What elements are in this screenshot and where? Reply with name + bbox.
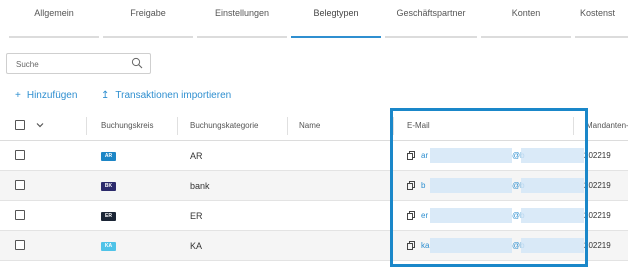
table-header-row: Buchungskreis Buchungskategorie Name E-M…	[0, 111, 628, 141]
tab-geschaeftspartner[interactable]: Geschäftspartner	[385, 0, 477, 38]
import-transactions-button[interactable]: ↥ Transaktionen importieren	[101, 90, 231, 102]
buchungskreis-badge: BK	[101, 182, 116, 191]
column-divider	[287, 117, 288, 135]
header-email[interactable]: E-Mail	[407, 111, 430, 141]
tab-einstellungen[interactable]: Einstellungen	[197, 0, 287, 38]
tab-belegtypen[interactable]: Belegtypen	[291, 0, 381, 38]
redacted-text	[521, 178, 584, 193]
buchungskategorie-cell: ER	[190, 211, 203, 221]
tab-bar: Allgemein Freigabe Einstellungen Belegty…	[0, 0, 628, 40]
table-row[interactable]: KA KA ka @b 202219	[0, 231, 628, 261]
copy-icon[interactable]	[407, 181, 415, 190]
row-checkbox[interactable]	[15, 180, 25, 190]
copy-icon[interactable]	[407, 241, 415, 250]
tab-allgemein[interactable]: Allgemein	[9, 0, 99, 38]
buchungskategorie-cell: bank	[190, 181, 210, 191]
email-link[interactable]: b	[421, 171, 425, 201]
redacted-text	[521, 208, 584, 223]
header-name[interactable]: Name	[299, 111, 320, 141]
redacted-text	[521, 238, 584, 253]
email-link[interactable]: ar	[421, 141, 428, 171]
mandant-cell: 202219	[584, 241, 611, 250]
header-mandant[interactable]: Mandanten-	[586, 111, 628, 141]
column-divider	[573, 117, 574, 135]
upload-icon: ↥	[101, 90, 110, 101]
import-button-label: Transaktionen importieren	[115, 90, 232, 101]
row-checkbox[interactable]	[15, 240, 25, 250]
chevron-down-icon[interactable]	[35, 120, 45, 130]
search-icon[interactable]	[131, 57, 143, 69]
mandant-cell: 202219	[584, 181, 611, 190]
email-link[interactable]: er	[421, 201, 428, 231]
redacted-text	[430, 178, 512, 193]
header-buchungskategorie[interactable]: Buchungskategorie	[190, 111, 259, 141]
buchungskreis-badge: KA	[101, 242, 116, 251]
redacted-text	[430, 208, 512, 223]
email-link[interactable]: ka	[421, 231, 429, 261]
column-divider	[393, 117, 394, 135]
add-button[interactable]: + Hinzufügen	[15, 90, 77, 102]
tab-kostenstellen[interactable]: Kostenst	[575, 0, 628, 38]
row-checkbox[interactable]	[15, 150, 25, 160]
redacted-text	[430, 148, 512, 163]
header-buchungskreis[interactable]: Buchungskreis	[101, 111, 153, 141]
mandant-cell: 202219	[584, 211, 611, 220]
redacted-text	[430, 238, 512, 253]
tab-konten[interactable]: Konten	[481, 0, 571, 38]
copy-icon[interactable]	[407, 151, 415, 160]
buchungskreis-badge: ER	[101, 212, 116, 221]
table-row[interactable]: AR AR ar @b 202219	[0, 141, 628, 171]
select-all-checkbox[interactable]	[15, 120, 25, 130]
search-box	[6, 53, 151, 75]
buchungskategorie-cell: AR	[190, 151, 203, 161]
redacted-text	[521, 148, 584, 163]
tab-freigabe[interactable]: Freigabe	[103, 0, 193, 38]
mandant-cell: 202219	[584, 151, 611, 160]
buchungskreis-badge: AR	[101, 152, 116, 161]
table-row[interactable]: ER ER er @b 202219	[0, 201, 628, 231]
column-divider	[177, 117, 178, 135]
column-divider	[86, 117, 87, 135]
copy-icon[interactable]	[407, 211, 415, 220]
add-button-label: Hinzufügen	[26, 90, 78, 101]
buchungskategorie-cell: KA	[190, 241, 203, 251]
plus-icon: +	[15, 90, 21, 101]
search-input[interactable]	[7, 54, 136, 75]
row-checkbox[interactable]	[15, 210, 25, 220]
table-row[interactable]: BK bank b @b 202219	[0, 171, 628, 201]
